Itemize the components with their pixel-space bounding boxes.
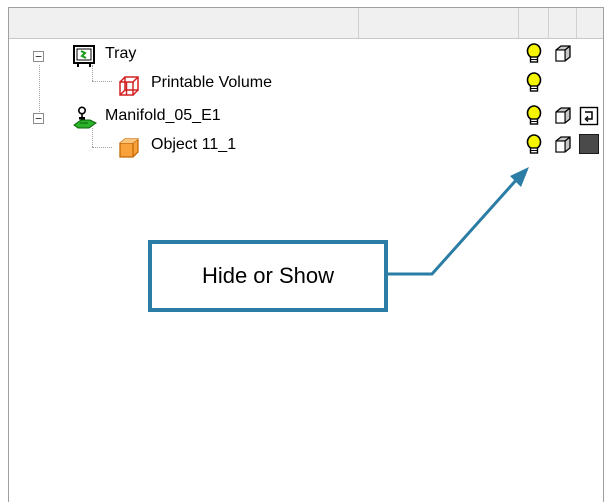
column-header-visibility[interactable] (519, 8, 549, 38)
tree-item-label: Manifold_05_E1 (105, 107, 221, 124)
cube-icon[interactable] (553, 44, 573, 64)
lightbulb-icon[interactable] (525, 133, 543, 157)
tree-row-tray[interactable]: − Tray (9, 41, 603, 73)
tree-item-label: Object 11_1 (151, 136, 237, 153)
column-header-display[interactable] (549, 8, 577, 38)
tree-item-label: Tray (105, 45, 137, 62)
cube-icon[interactable] (553, 106, 573, 126)
color-swatch-icon[interactable] (579, 134, 599, 154)
tree-item-label: Printable Volume (151, 74, 272, 91)
lightbulb-icon[interactable] (525, 71, 543, 95)
column-header (9, 8, 603, 39)
column-header-name[interactable] (9, 8, 359, 38)
object-icon (119, 138, 139, 158)
callout-box: Hide or Show (148, 240, 388, 312)
tree-row-manifold[interactable]: − Manifold_05_E1 (9, 103, 603, 135)
column-header-extra[interactable] (577, 8, 603, 38)
tree-row-printable-volume[interactable]: Printable Volume (9, 70, 603, 102)
column-header-2[interactable] (359, 8, 519, 38)
reset-icon[interactable] (579, 106, 599, 126)
cube-icon[interactable] (553, 135, 573, 155)
lightbulb-icon[interactable] (525, 42, 543, 66)
collapse-toggle[interactable]: − (33, 51, 44, 62)
tree-row-object[interactable]: Object 11_1 (9, 132, 603, 164)
lightbulb-icon[interactable] (525, 104, 543, 128)
tray-icon (73, 45, 95, 67)
manifold-icon (73, 106, 97, 129)
callout-label: Hide or Show (201, 263, 335, 288)
printable-volume-icon (119, 76, 139, 96)
collapse-toggle[interactable]: − (33, 113, 44, 124)
